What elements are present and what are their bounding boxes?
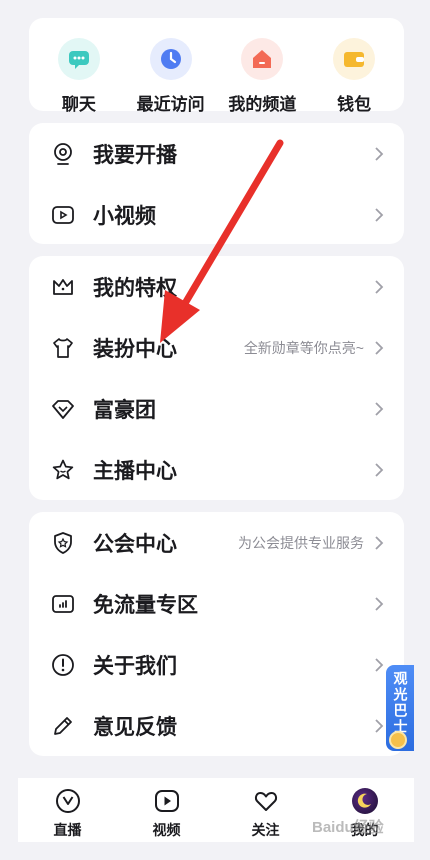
menu-item-label: 免流量专区 xyxy=(93,593,198,617)
play-icon xyxy=(154,788,180,814)
menu-item-label: 关于我们 xyxy=(93,654,177,678)
menu-item-anchor-center[interactable]: 主播中心 xyxy=(29,439,404,500)
quick-action-wallet[interactable]: 钱包 xyxy=(308,18,400,115)
quick-action-label: 最近访问 xyxy=(136,95,205,114)
heart-icon xyxy=(253,788,279,814)
menu-item-label: 我的特权 xyxy=(93,276,177,300)
menu-item-short-video[interactable]: 小视频 xyxy=(29,184,404,245)
tab-label: 视频 xyxy=(152,822,181,838)
menu-item-label: 小视频 xyxy=(93,204,156,228)
shield-icon xyxy=(51,531,75,555)
menu-item-rich-club[interactable]: 富豪团 xyxy=(29,378,404,439)
chevron-right-icon xyxy=(374,718,386,734)
menu-item-subtitle: 为公会提供专业服务 xyxy=(238,534,364,551)
video-icon xyxy=(51,203,75,227)
quick-action-chat[interactable]: 聊天 xyxy=(33,18,125,115)
home-icon xyxy=(241,38,284,80)
info-icon xyxy=(51,653,75,677)
coin-icon xyxy=(389,731,407,749)
live-icon xyxy=(55,788,81,814)
menu-group-2: 我的特权 装扮中心 全新勋章等你点亮~ 富豪团 主播中心 xyxy=(29,256,404,500)
menu-group-3: 公会中心 为公会提供专业服务 免流量专区 关于我们 意见反馈 xyxy=(29,512,404,756)
chevron-right-icon xyxy=(374,207,386,223)
menu-item-dress-up-center[interactable]: 装扮中心 全新勋章等你点亮~ xyxy=(29,317,404,378)
menu-item-about-us[interactable]: 关于我们 xyxy=(29,634,404,695)
menu-item-free-data-zone[interactable]: 免流量专区 xyxy=(29,573,404,634)
tab-label: 关注 xyxy=(251,822,280,838)
camera-icon xyxy=(51,142,75,166)
sightseeing-bus-widget[interactable]: 观光巴士 xyxy=(386,665,414,751)
quick-action-my-channel[interactable]: 我的频道 xyxy=(217,18,309,115)
crown-icon xyxy=(51,275,75,299)
chevron-right-icon xyxy=(374,657,386,673)
chevron-right-icon xyxy=(374,535,386,551)
quick-action-recent[interactable]: 最近访问 xyxy=(125,18,217,115)
menu-item-label: 公会中心 xyxy=(93,532,177,556)
tab-video[interactable]: 视频 xyxy=(127,778,207,842)
menu-item-privileges[interactable]: 我的特权 xyxy=(29,256,404,317)
chevron-right-icon xyxy=(374,462,386,478)
tab-live[interactable]: 直播 xyxy=(28,778,108,842)
chevron-right-icon xyxy=(374,146,386,162)
tab-follow[interactable]: 关注 xyxy=(226,778,306,842)
signal-icon xyxy=(51,592,75,616)
menu-item-subtitle: 全新勋章等你点亮~ xyxy=(243,339,364,356)
quick-action-label: 我的频道 xyxy=(228,95,297,114)
chat-icon xyxy=(57,38,100,80)
menu-item-label: 装扮中心 xyxy=(93,337,177,361)
avatar-icon xyxy=(351,788,378,814)
menu-item-label: 意见反馈 xyxy=(93,715,177,739)
watermark: Baidu经验 xyxy=(312,819,384,836)
menu-item-label: 我要开播 xyxy=(93,143,177,167)
tab-label: 直播 xyxy=(53,822,82,838)
chevron-right-icon xyxy=(374,279,386,295)
menu-item-guild-center[interactable]: 公会中心 为公会提供专业服务 xyxy=(29,512,404,573)
menu-item-label: 富豪团 xyxy=(93,398,156,422)
clock-icon xyxy=(149,38,192,80)
shirt-icon xyxy=(51,336,75,360)
chevron-right-icon xyxy=(374,340,386,356)
pencil-icon xyxy=(51,714,75,738)
avatar xyxy=(351,788,378,814)
diamond-icon xyxy=(51,397,75,421)
wallet-icon xyxy=(333,38,376,80)
menu-item-start-live[interactable]: 我要开播 xyxy=(29,123,404,184)
chevron-right-icon xyxy=(374,401,386,417)
widget-label: 观光巴士 xyxy=(392,671,409,735)
menu-item-feedback[interactable]: 意见反馈 xyxy=(29,695,404,756)
menu-group-1: 我要开播 小视频 xyxy=(29,123,404,244)
quick-action-label: 聊天 xyxy=(61,95,96,114)
quick-action-label: 钱包 xyxy=(337,95,372,114)
quick-actions-card: 聊天 最近访问 我的频道 钱包 xyxy=(29,18,404,114)
star-icon xyxy=(51,458,75,482)
menu-item-label: 主播中心 xyxy=(93,459,177,483)
chevron-right-icon xyxy=(374,596,386,612)
